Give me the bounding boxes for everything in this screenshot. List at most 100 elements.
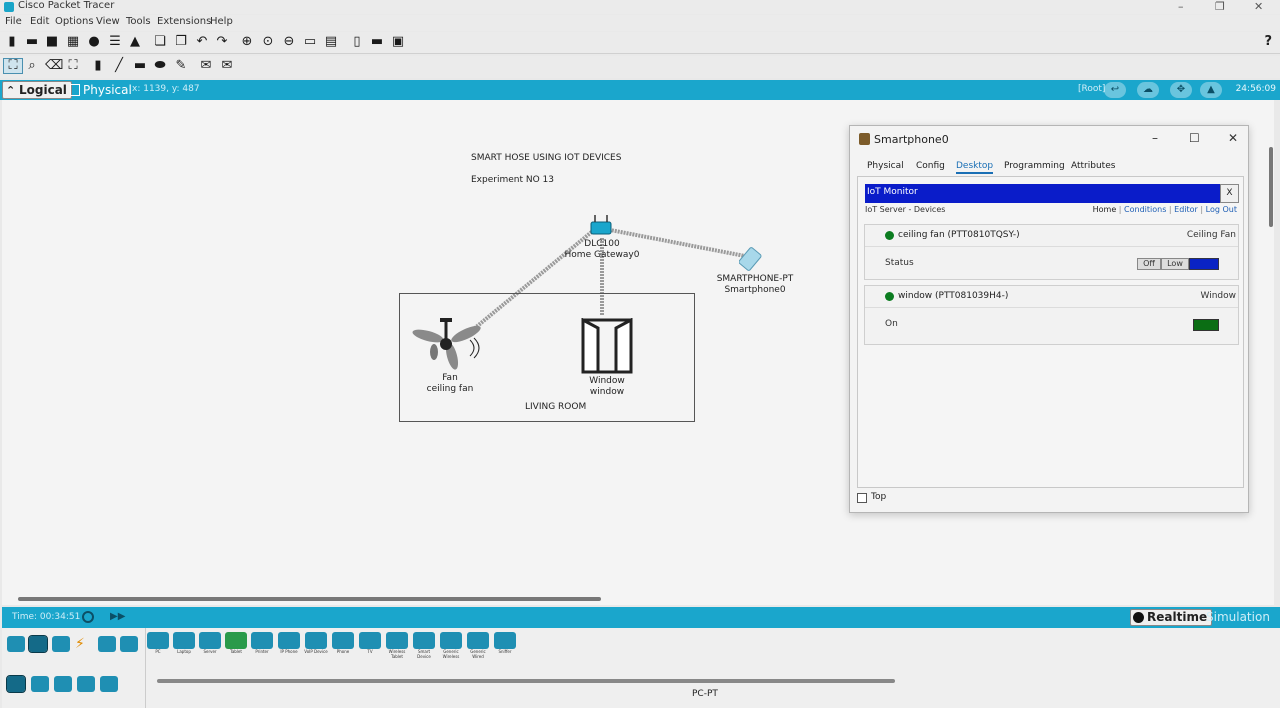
dialog-close-icon[interactable]: ✕ (1228, 131, 1238, 145)
tab-config[interactable]: Config (916, 161, 945, 171)
zoom-in-icon[interactable]: ⊕ (240, 35, 254, 49)
freeform-icon[interactable]: ✎ (174, 59, 188, 73)
root-breadcrumb[interactable]: [Root] (1078, 84, 1105, 94)
palette-generic-wireless[interactable]: Generic Wireless (439, 632, 463, 659)
palette-pc[interactable]: PC (146, 632, 170, 658)
note-icon[interactable]: ▮ (91, 59, 105, 73)
palette-wireless-tablet[interactable]: Wireless Tablet (385, 632, 409, 659)
end-device-group-icon[interactable] (6, 675, 26, 693)
smart-city-group-icon[interactable] (54, 676, 72, 692)
palette-laptop[interactable]: Laptop (172, 632, 196, 658)
network-wizard-icon[interactable]: ☰ (108, 35, 122, 49)
zoom-out-icon[interactable]: ⊖ (282, 35, 296, 49)
tab-programming[interactable]: Programming (1004, 161, 1065, 171)
rectangle-icon[interactable]: ▬ (133, 59, 147, 73)
network-devices-icon[interactable] (7, 636, 25, 652)
menu-view[interactable]: View (96, 16, 120, 27)
palette-tv[interactable]: TV (358, 632, 382, 658)
connections-icon[interactable]: ⚡ (75, 636, 93, 652)
components-icon[interactable] (52, 636, 70, 652)
power-grid-group-icon[interactable] (100, 676, 118, 692)
undo-icon[interactable]: ↶ (195, 35, 209, 49)
line-icon[interactable]: ╱ (112, 59, 126, 73)
logical-tab[interactable]: ⌃ Logical (2, 81, 72, 99)
realtime-tab[interactable]: Realtime (1130, 609, 1213, 626)
palette-printer[interactable]: Printer (250, 632, 274, 658)
device-header-window[interactable]: window (PTT081039H4-) Window (865, 286, 1238, 308)
info-icon[interactable]: ● (87, 35, 101, 49)
ceiling-fan-icon[interactable] (410, 316, 482, 372)
window-on-indicator[interactable] (1193, 319, 1219, 331)
new-file-icon[interactable]: ▮ (5, 35, 19, 49)
palette-ip-phone[interactable]: IP Phone (277, 632, 301, 658)
palette-voip-device[interactable]: VoIP Device (304, 632, 328, 658)
top-checkbox[interactable] (857, 493, 867, 503)
misc-icon[interactable] (98, 636, 116, 652)
cluster-icon[interactable]: ▬ (370, 35, 384, 49)
industrial-group-icon[interactable] (77, 676, 95, 692)
menu-tools[interactable]: Tools (126, 16, 151, 27)
back-icon[interactable]: ↩ (1104, 82, 1126, 98)
drawing-palette-icon[interactable]: ▭ (303, 35, 317, 49)
open-folder-icon[interactable]: ▬ (25, 35, 39, 49)
close-icon[interactable]: ✕ (1254, 0, 1263, 13)
smartphone-icon[interactable] (739, 243, 775, 273)
dialog-maximize-icon[interactable]: ☐ (1189, 131, 1200, 145)
menu-file[interactable]: File (5, 16, 22, 27)
fan-status-indicator[interactable] (1189, 258, 1219, 270)
save-icon[interactable]: ■ (45, 35, 59, 49)
palette-generic-wired[interactable]: Generic Wired (466, 632, 490, 659)
iot-close-button[interactable]: X (1220, 184, 1239, 203)
copy-icon[interactable]: ❏ (153, 35, 167, 49)
zoom-reset-icon[interactable]: ⊙ (261, 35, 275, 49)
end-devices-icon[interactable] (28, 635, 48, 653)
multiuser-icon[interactable] (120, 636, 138, 652)
link-logout[interactable]: Log Out (1206, 205, 1237, 214)
paste-icon[interactable]: ❐ (174, 35, 188, 49)
screenshot-icon[interactable]: ▣ (391, 35, 405, 49)
move-object-icon[interactable]: ✥ (1170, 82, 1192, 98)
tab-desktop[interactable]: Desktop (956, 161, 994, 174)
restore-icon[interactable]: ❐ (1215, 0, 1225, 13)
power-cycle-icon[interactable] (82, 611, 94, 623)
home-group-icon[interactable] (31, 676, 49, 692)
menu-extensions[interactable]: Extensions (157, 16, 211, 27)
link-home[interactable]: Home (1093, 205, 1117, 214)
home-gateway-icon[interactable] (589, 214, 613, 238)
workspace-horizontal-scrollbar[interactable] (18, 597, 601, 601)
redo-icon[interactable]: ↷ (215, 35, 229, 49)
tab-attributes[interactable]: Attributes (1071, 161, 1115, 171)
help-icon[interactable]: ? (1264, 34, 1272, 49)
palette-smart-device[interactable]: Smart Device (412, 632, 436, 659)
fan-off-option[interactable]: Off (1137, 258, 1161, 270)
delete-icon[interactable]: ⌫ (45, 59, 63, 73)
link-conditions[interactable]: Conditions (1124, 205, 1166, 214)
palette-tablet[interactable]: Tablet (224, 632, 248, 658)
workspace-vertical-scrollbar[interactable] (1269, 147, 1273, 227)
palette-server[interactable]: Server (198, 632, 222, 658)
dialog-minimize-icon[interactable]: – (1152, 131, 1158, 145)
complex-pdu-icon[interactable]: ✉ (220, 59, 234, 73)
device-header-ceiling-fan[interactable]: ceiling fan (PTT0810TQSY-) Ceiling Fan (865, 225, 1238, 247)
fan-low-option[interactable]: Low (1161, 258, 1189, 270)
simple-pdu-icon[interactable]: ✉ (199, 59, 213, 73)
custom-device-icon[interactable]: ▤ (324, 35, 338, 49)
minimize-icon[interactable]: – (1178, 0, 1184, 13)
palette-sniffer[interactable]: Sniffer (493, 632, 517, 658)
physical-tab[interactable]: Physical (70, 81, 132, 99)
menu-options[interactable]: Options (55, 16, 94, 27)
select-icon[interactable]: ⛶ (3, 58, 23, 74)
menu-help[interactable]: Help (210, 16, 233, 27)
inspect-icon[interactable]: ⌕ (25, 59, 39, 73)
resize-icon[interactable]: ⛶ (66, 59, 80, 73)
background-icon[interactable]: ▲ (1200, 82, 1222, 98)
window-icon[interactable] (580, 318, 634, 374)
tab-physical[interactable]: Physical (867, 161, 904, 171)
ellipse-icon[interactable]: ⬬ (153, 59, 167, 73)
viewport-icon[interactable]: ▯ (350, 35, 364, 49)
activity-wizard-icon[interactable]: ▲ (128, 35, 142, 49)
print-icon[interactable]: ▦ (66, 35, 80, 49)
simulation-tab[interactable]: Simulation (1206, 610, 1270, 624)
new-cluster-icon[interactable]: ☁ (1137, 82, 1159, 98)
palette-scrollbar[interactable] (157, 679, 895, 683)
